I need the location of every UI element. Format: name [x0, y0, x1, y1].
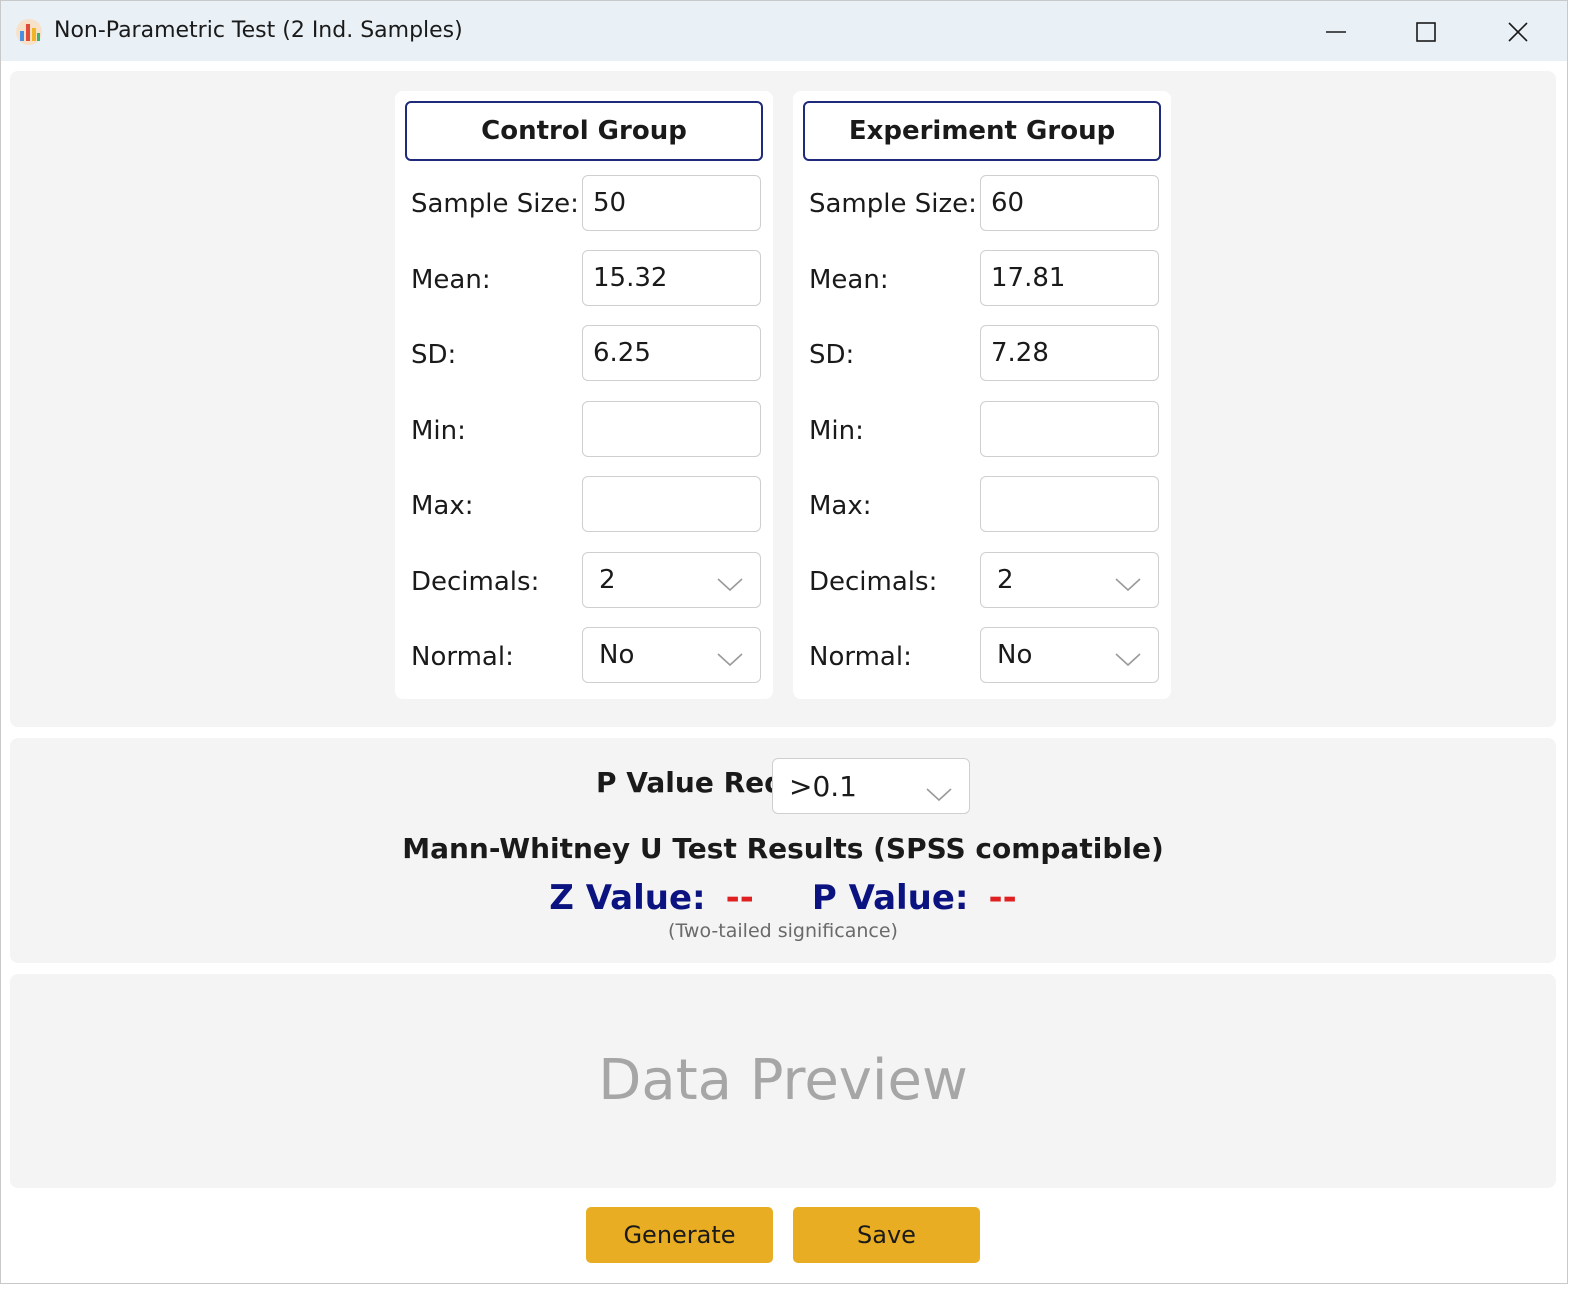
control-normal-select[interactable]: No — [582, 627, 761, 683]
experiment-mean-input[interactable]: 17.81 — [980, 250, 1159, 306]
control-min-input[interactable] — [582, 401, 761, 457]
chevron-down-icon — [1114, 645, 1142, 675]
experiment-normal-select[interactable]: No — [980, 627, 1159, 683]
decimals-label: Decimals: — [411, 567, 540, 597]
chevron-down-icon — [1114, 570, 1142, 600]
normal-label: Normal: — [809, 642, 912, 672]
control-group-card: Control Group Sample Size: 50 Mean: 15.3… — [395, 91, 773, 699]
chevron-down-icon — [925, 777, 953, 810]
p-value-label: P Value: — [811, 878, 969, 918]
close-icon[interactable] — [1501, 15, 1535, 49]
max-label: Max: — [411, 491, 474, 521]
save-button[interactable]: Save — [793, 1207, 980, 1263]
z-value-group: Z Value: -- — [549, 878, 754, 922]
control-mean-input[interactable]: 15.32 — [582, 250, 761, 306]
sd-label: SD: — [809, 340, 855, 370]
experiment-normal-value: No — [997, 640, 1033, 670]
min-label: Min: — [411, 416, 466, 446]
pvalue-req-row: P Value Req: >0.1 — [10, 758, 1556, 814]
control-group-title: Control Group — [405, 101, 763, 161]
decimals-label: Decimals: — [809, 567, 938, 597]
data-preview-panel: Data Preview — [10, 974, 1556, 1188]
chevron-down-icon — [716, 570, 744, 600]
experiment-decimals-value: 2 — [997, 565, 1014, 595]
two-tailed-note: (Two-tailed significance) — [668, 920, 898, 942]
data-preview-placeholder: Data Preview — [598, 1048, 968, 1113]
z-value: -- — [725, 878, 754, 918]
app-window: Non-Parametric Test (2 Ind. Samples) Con… — [0, 0, 1568, 1284]
experiment-sample-size-input[interactable]: 60 — [980, 175, 1159, 231]
pvalue-req-value: >0.1 — [789, 769, 857, 803]
control-normal-value: No — [599, 640, 635, 670]
experiment-group-title: Experiment Group — [803, 101, 1161, 161]
pvalue-req-label: P Value Req: — [596, 766, 796, 799]
p-value: -- — [988, 878, 1017, 918]
pvalue-req-select[interactable]: >0.1 — [772, 758, 970, 814]
results-panel: P Value Req: >0.1 Mann-Whitney U Test Re… — [10, 738, 1556, 963]
group-inputs-panel: Control Group Sample Size: 50 Mean: 15.3… — [10, 71, 1556, 727]
window-title: Non-Parametric Test (2 Ind. Samples) — [54, 18, 463, 43]
max-label: Max: — [809, 491, 872, 521]
results-values-row: Z Value: -- P Value: -- — [10, 878, 1556, 922]
mean-label: Mean: — [809, 265, 889, 295]
normal-label: Normal: — [411, 642, 514, 672]
maximize-icon[interactable] — [1409, 15, 1443, 49]
title-bar: Non-Parametric Test (2 Ind. Samples) — [1, 1, 1567, 61]
experiment-decimals-select[interactable]: 2 — [980, 552, 1159, 608]
chevron-down-icon — [716, 645, 744, 675]
experiment-min-input[interactable] — [980, 401, 1159, 457]
mean-label: Mean: — [411, 265, 491, 295]
control-sd-input[interactable]: 6.25 — [582, 325, 761, 381]
results-title: Mann-Whitney U Test Results (SPSS compat… — [402, 832, 1164, 865]
minimize-icon[interactable] — [1319, 15, 1353, 49]
control-max-input[interactable] — [582, 476, 761, 532]
min-label: Min: — [809, 416, 864, 446]
experiment-sd-input[interactable]: 7.28 — [980, 325, 1159, 381]
sample-size-label: Sample Size: — [809, 189, 977, 219]
z-value-label: Z Value: — [549, 878, 706, 918]
control-sample-size-input[interactable]: 50 — [582, 175, 761, 231]
sample-size-label: Sample Size: — [411, 189, 579, 219]
bar-chart-app-icon — [15, 18, 43, 46]
p-value-group: P Value: -- — [812, 878, 1017, 922]
sd-label: SD: — [411, 340, 457, 370]
experiment-max-input[interactable] — [980, 476, 1159, 532]
control-decimals-value: 2 — [599, 565, 616, 595]
experiment-group-card: Experiment Group Sample Size: 60 Mean: 1… — [793, 91, 1171, 699]
control-decimals-select[interactable]: 2 — [582, 552, 761, 608]
generate-button[interactable]: Generate — [586, 1207, 773, 1263]
